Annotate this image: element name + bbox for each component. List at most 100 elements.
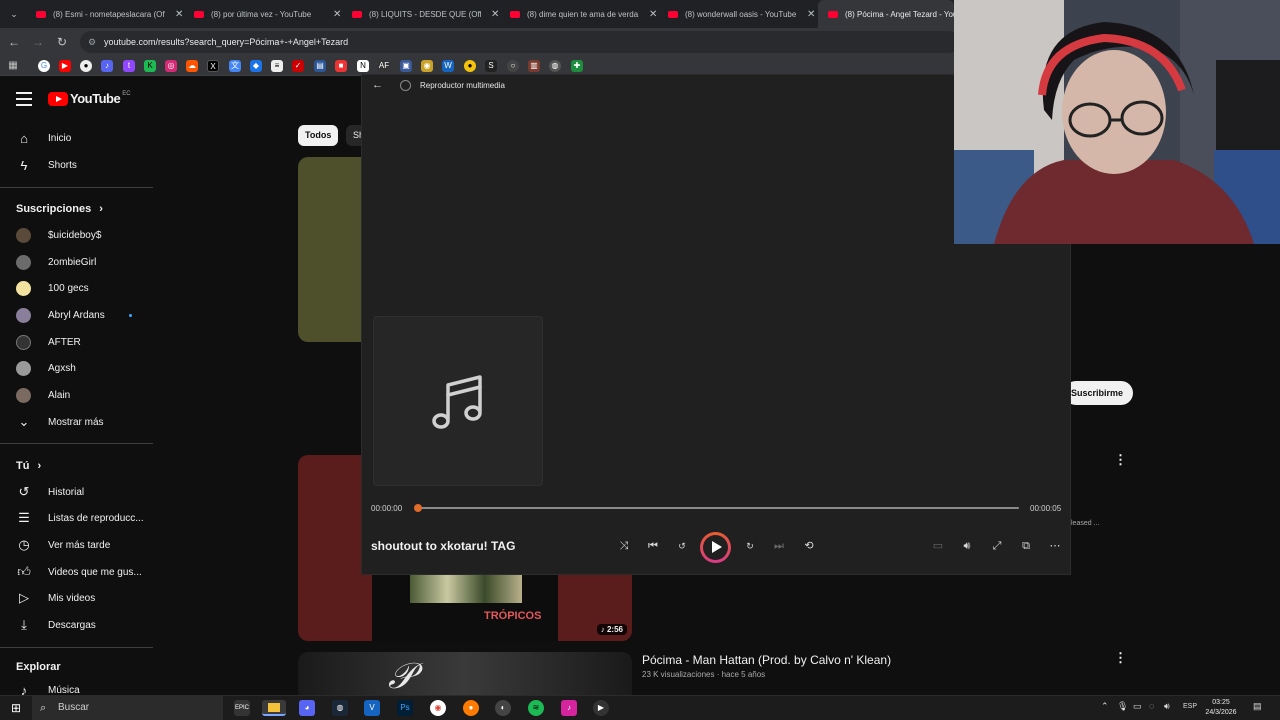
windows-start-icon[interactable]: ⊞ — [8, 700, 24, 716]
browser-tab[interactable]: (8) dime quien te ama de verda ✕ — [500, 0, 658, 28]
tray-chevron-icon[interactable]: ⌃ — [1101, 701, 1109, 712]
soundcloud-bookmark-icon[interactable]: ☁ — [186, 60, 198, 72]
bookmark-icon[interactable]: W — [442, 60, 454, 72]
sidebar-item-home[interactable]: ⌂ Inicio — [16, 125, 71, 151]
bookmark-icon[interactable]: ▥ — [528, 60, 540, 72]
bookmark-icon[interactable]: ▤ — [314, 60, 326, 72]
app-icon[interactable]: EPIC — [234, 700, 250, 716]
sidebar-item-music[interactable]: ♪ Música — [16, 677, 80, 696]
youtube-bookmark-icon[interactable]: ▶ — [59, 60, 71, 72]
youtube-logo[interactable]: YouTube EC — [48, 91, 131, 106]
tab-search-chevron-icon[interactable]: ⌄ — [6, 6, 22, 22]
next-track-icon[interactable]: ⏭︎ — [770, 537, 788, 555]
language-indicator[interactable]: ESP — [1183, 703, 1197, 710]
bookmark-icon[interactable]: ◍ — [549, 60, 561, 72]
skip-forward-30-icon[interactable]: ↻ — [741, 537, 759, 555]
subscriptions-header[interactable]: Suscripciones › — [16, 203, 103, 215]
x-bookmark-icon[interactable]: X — [207, 60, 219, 72]
fullscreen-icon[interactable]: ⤢ — [988, 537, 1006, 555]
bookmark-icon[interactable]: ◆ — [250, 60, 262, 72]
video-title[interactable]: Pócima - Man Hattan (Prod. by Calvo n' K… — [642, 653, 891, 667]
sidebar-subscription[interactable]: Alain — [16, 382, 70, 408]
sidebar-item-liked-videos[interactable]: 👍︎ Videos que me gus... — [16, 559, 142, 585]
translate-bookmark-icon[interactable]: 文 — [229, 60, 241, 72]
sidebar-subscription[interactable]: 2ombieGirl — [16, 249, 96, 275]
video-thumbnail[interactable]: 𝒫 — [298, 652, 632, 695]
bookmark-icon[interactable]: ♪ — [101, 60, 113, 72]
taskbar-search-box[interactable]: ⌕ Buscar — [32, 696, 223, 720]
more-options-icon[interactable]: ⋯ — [1046, 537, 1064, 555]
bookmark-icon[interactable]: ▣ — [400, 60, 412, 72]
sidebar-item-watch-later[interactable]: ◷ Ver más tarde — [16, 532, 110, 558]
seek-bar[interactable] — [418, 507, 1019, 509]
photoshop-icon[interactable]: Ps — [397, 700, 413, 716]
apps-grid-icon[interactable]: ▦ — [7, 60, 19, 72]
bookmark-icon[interactable]: ● — [464, 60, 476, 72]
site-info-icon[interactable]: ⚙ — [88, 37, 96, 47]
you-header[interactable]: Tú › — [16, 460, 41, 472]
browser-tab-active[interactable]: (8) Pócima - Angel Tezard - You — [818, 0, 954, 28]
more-options-icon[interactable]: ⋮ — [1114, 650, 1127, 666]
sidebar-subscription[interactable]: Agxsh — [16, 355, 76, 381]
chrome-icon[interactable]: ◉ — [430, 700, 446, 716]
browser-tab[interactable]: (8) wonderwall oasis - YouTube ✕ — [658, 0, 816, 28]
bookmark-icon[interactable]: ◉ — [421, 60, 433, 72]
previous-track-icon[interactable]: ⏮︎ — [644, 537, 662, 555]
sheets-bookmark-icon[interactable]: ✚ — [571, 60, 583, 72]
bookmark-icon[interactable]: AF — [378, 60, 390, 72]
app-icon[interactable]: ♪ — [561, 700, 577, 716]
steam-icon[interactable]: ◍ — [332, 700, 348, 716]
notifications-icon[interactable]: ▤ — [1253, 701, 1262, 712]
tray-app-icon[interactable]: ◌ — [1149, 701, 1154, 711]
sidebar-item-my-videos[interactable]: ▷ Mis videos — [16, 585, 95, 611]
twitch-bookmark-icon[interactable]: t — [123, 60, 135, 72]
media-player-icon[interactable]: ▶ — [593, 700, 609, 716]
sidebar-item-history[interactable]: ↺ Historial — [16, 479, 85, 505]
browser-tab[interactable]: (8) por última vez - YouTube ✕ — [184, 0, 342, 28]
app-icon[interactable]: ● — [463, 700, 479, 716]
instagram-bookmark-icon[interactable]: ◎ — [165, 60, 177, 72]
chip-all[interactable]: Todos — [298, 125, 339, 146]
mini-player-icon[interactable]: ⧉ — [1017, 537, 1035, 555]
close-tab-icon[interactable]: ✕ — [649, 9, 657, 20]
discord-icon[interactable]: ◕ — [299, 700, 315, 716]
captions-icon[interactable]: ▭ — [929, 537, 947, 555]
repeat-icon[interactable]: ⟲ — [800, 537, 818, 555]
speaker-icon[interactable]: 🔊︎ — [1164, 701, 1170, 712]
sidebar-subscription[interactable]: AFTER — [16, 329, 81, 355]
menu-icon[interactable] — [16, 92, 32, 106]
shuffle-icon[interactable]: ⤨ — [615, 537, 633, 555]
volume-icon[interactable]: 🔊︎ — [958, 537, 976, 555]
browser-tab[interactable]: (8) LIQUITS - DESDE QUE (Offic ✕ — [342, 0, 500, 28]
skip-back-10-icon[interactable]: ↺ — [673, 537, 691, 555]
seek-handle[interactable] — [414, 504, 422, 512]
close-tab-icon[interactable]: ✕ — [333, 9, 341, 20]
sidebar-subscription[interactable]: $uicideboy$ — [16, 222, 101, 248]
sidebar-item-downloads[interactable]: ⤓ Descargas — [16, 612, 96, 638]
bookmark-icon[interactable]: ≡ — [271, 60, 283, 72]
bookmark-icon[interactable]: ● — [80, 60, 92, 72]
kick-bookmark-icon[interactable]: K — [144, 60, 156, 72]
back-arrow-icon[interactable]: ← — [6, 34, 22, 50]
address-bar[interactable]: ⚙ youtube.com/results?search_query=Pócim… — [80, 31, 960, 53]
vegas-icon[interactable]: V — [364, 700, 380, 716]
back-arrow-icon[interactable]: ← — [372, 79, 383, 91]
play-button[interactable] — [700, 532, 731, 563]
sidebar-subscription[interactable]: 100 gecs — [16, 275, 89, 301]
show-more-button[interactable]: ⌄ Mostrar más — [16, 409, 104, 435]
sidebar-item-shorts[interactable]: ϟ Shorts — [16, 152, 77, 178]
close-tab-icon[interactable]: ✕ — [175, 9, 183, 20]
subscribe-button[interactable]: Suscribirme — [1064, 381, 1134, 405]
bookmark-icon[interactable]: ✓ — [292, 60, 304, 72]
obs-icon[interactable]: ◐ — [495, 700, 511, 716]
reload-icon[interactable]: ↻ — [54, 34, 70, 50]
notion-bookmark-icon[interactable]: N — [357, 60, 369, 72]
sidebar-subscription[interactable]: Abryl Ardans — [16, 302, 105, 328]
google-bookmark-icon[interactable]: G — [38, 60, 50, 72]
clock[interactable]: 03:25 24/3/2026 — [1199, 698, 1243, 718]
bookmark-icon[interactable]: ■ — [335, 60, 347, 72]
spotify-icon[interactable]: ≋ — [528, 700, 544, 716]
microphone-icon[interactable]: 🎙︎ — [1117, 701, 1128, 712]
bookmark-icon[interactable]: ○ — [507, 60, 519, 72]
bookmark-icon[interactable]: S — [485, 60, 497, 72]
